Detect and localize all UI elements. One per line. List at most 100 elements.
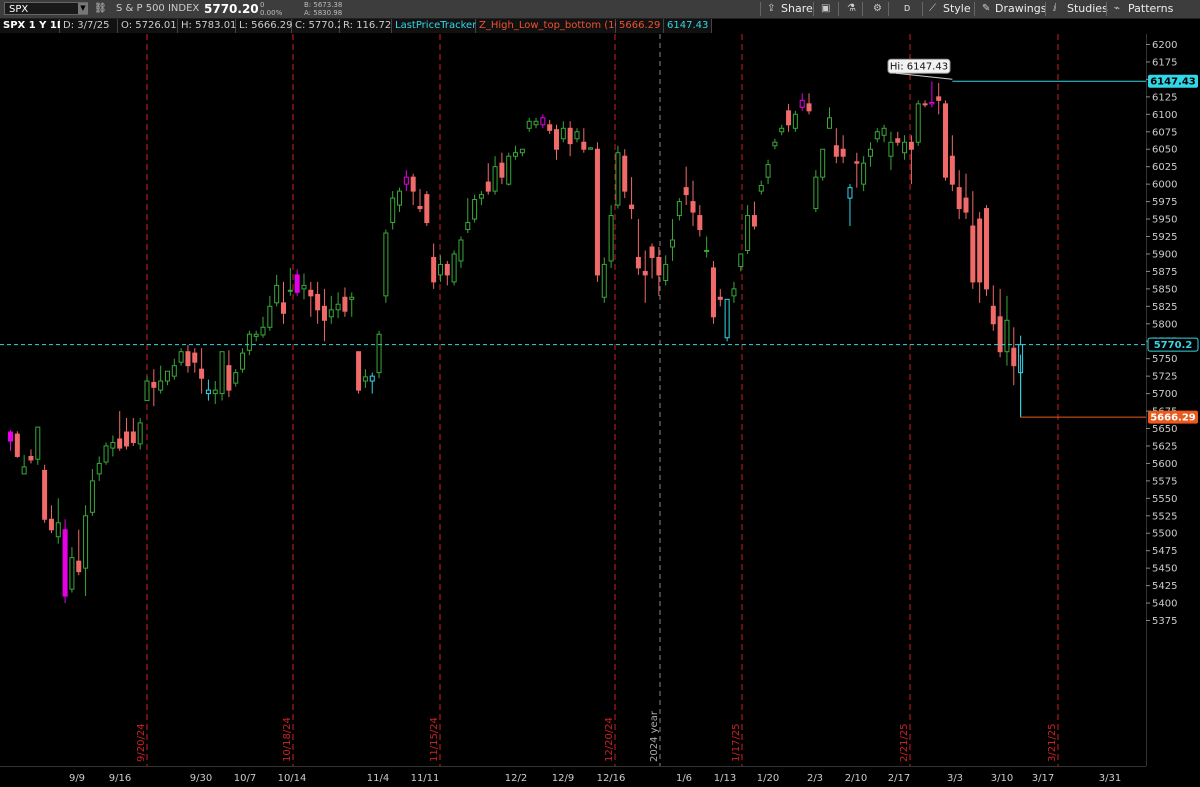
drawings-button[interactable]: Drawings <box>995 1 1046 17</box>
candle-body <box>219 351 225 395</box>
candle-body <box>833 145 839 157</box>
candle-body <box>799 99 805 108</box>
candle-body <box>205 389 211 395</box>
candle-body <box>792 113 798 129</box>
candle-body <box>881 127 887 136</box>
link-icon[interactable]: ⛓ <box>94 3 107 14</box>
patterns-button[interactable]: Patterns <box>1128 1 1173 17</box>
top-toolbar: SPX ▼ ⛓ S & P 500 INDEX 5770.20 0 0.00% … <box>0 0 1200 19</box>
symbol-dropdown-button[interactable]: ▼ <box>78 3 88 14</box>
candle-body <box>697 215 703 231</box>
candle-body <box>465 222 471 231</box>
candle-body <box>89 480 95 513</box>
candle-body <box>656 256 662 276</box>
candle-body <box>492 166 498 192</box>
candle-body <box>874 131 880 140</box>
high-callout-text: Hi: 6147.43 <box>890 62 948 73</box>
candle-body <box>417 205 423 210</box>
candle-body <box>151 381 157 388</box>
time-axis[interactable] <box>0 766 1146 787</box>
bid-price: B: 5673.38 <box>304 1 343 9</box>
high-callout-bubble <box>887 58 951 74</box>
candle-body <box>827 117 832 129</box>
candle-body <box>478 194 484 199</box>
candle-body <box>253 333 259 337</box>
candle-body <box>83 515 89 569</box>
candle-body <box>888 141 894 157</box>
candle-body <box>178 351 184 363</box>
expiration-marker-label: 11/15/24 <box>429 717 440 762</box>
candle-body <box>76 560 82 573</box>
candle-body <box>1018 344 1024 374</box>
candle-body <box>676 201 682 217</box>
bar-close: C: 5770.2 <box>292 19 344 33</box>
candle-body <box>554 129 559 150</box>
candle-body <box>397 190 403 206</box>
style-button[interactable]: Style <box>943 1 971 17</box>
share-icon: ⇪ <box>767 3 776 14</box>
expiration-marker-label: 3/21/25 <box>1047 723 1058 762</box>
bar-low: L: 5666.29 <box>236 19 292 33</box>
year-marker-label: 2024 year <box>649 710 660 762</box>
candle-body <box>526 120 532 129</box>
candle-body <box>977 218 983 283</box>
symbol-input[interactable]: SPX <box>4 2 88 15</box>
candle-body <box>390 197 396 224</box>
candle-body <box>704 249 710 252</box>
candle-body <box>240 352 246 370</box>
candle-body <box>601 263 607 298</box>
candlestick-chart[interactable]: 9/20/24 10/18/24 11/15/24 12/20/24 1/17/25 2/… <box>0 0 1200 786</box>
candle-body <box>519 148 525 154</box>
gear-icon[interactable]: ⚙ <box>873 3 882 14</box>
candle-body <box>615 152 621 206</box>
flask-icon[interactable]: ⚗ <box>847 3 856 14</box>
style-icon: ⟋ <box>929 3 936 14</box>
candle-body <box>547 124 553 131</box>
candle-body <box>895 138 901 143</box>
candle-body <box>62 529 68 597</box>
candle-body <box>949 155 955 185</box>
candle-body <box>158 380 164 391</box>
expiration-marker-label: 2/21/25 <box>899 723 910 762</box>
candle-body <box>28 455 34 461</box>
candle-body <box>103 445 109 463</box>
candle-body <box>124 431 130 447</box>
candle-body <box>902 141 908 154</box>
candle-body <box>171 365 177 377</box>
candle-body <box>14 433 20 457</box>
studies-icon: ⅈ <box>1053 3 1057 14</box>
candle-body <box>513 152 519 157</box>
expiration-marker-label: 1/17/25 <box>731 723 742 762</box>
period-button[interactable]: D <box>904 1 910 17</box>
candle-body <box>130 431 136 443</box>
candle-body <box>765 164 771 178</box>
candle-body <box>362 376 368 382</box>
study-last-price-tracker[interactable]: LastPriceTracker <box>392 19 476 33</box>
candle-body <box>485 181 491 192</box>
candle-body <box>185 351 191 367</box>
study-zhighlow-low-value: 5666.29 <box>616 19 664 33</box>
candle-body <box>96 462 102 475</box>
candle-body <box>212 389 218 395</box>
candle-body <box>642 270 648 276</box>
candle-body <box>956 187 962 210</box>
candle-body <box>915 103 921 143</box>
candle-body <box>540 117 546 126</box>
candle-body <box>8 431 13 442</box>
candle-body <box>861 162 867 185</box>
candle-body <box>349 296 355 300</box>
flex-grid-icon[interactable]: ▣ <box>821 3 830 14</box>
candle-body <box>506 155 512 185</box>
candle-body <box>922 103 928 106</box>
price-axis[interactable] <box>1146 34 1200 766</box>
candle-body <box>117 438 123 449</box>
studies-button[interactable]: Studies <box>1067 1 1108 17</box>
share-button[interactable]: Share <box>781 1 813 17</box>
candle-body <box>997 316 1003 353</box>
candle-body <box>274 284 280 304</box>
study-zhighlow[interactable]: Z_High_Low_top_bottom (10) <box>476 19 625 33</box>
candle-body <box>451 253 457 283</box>
candle-body <box>410 176 416 192</box>
candle-body <box>281 302 286 314</box>
candle-body <box>929 101 935 105</box>
